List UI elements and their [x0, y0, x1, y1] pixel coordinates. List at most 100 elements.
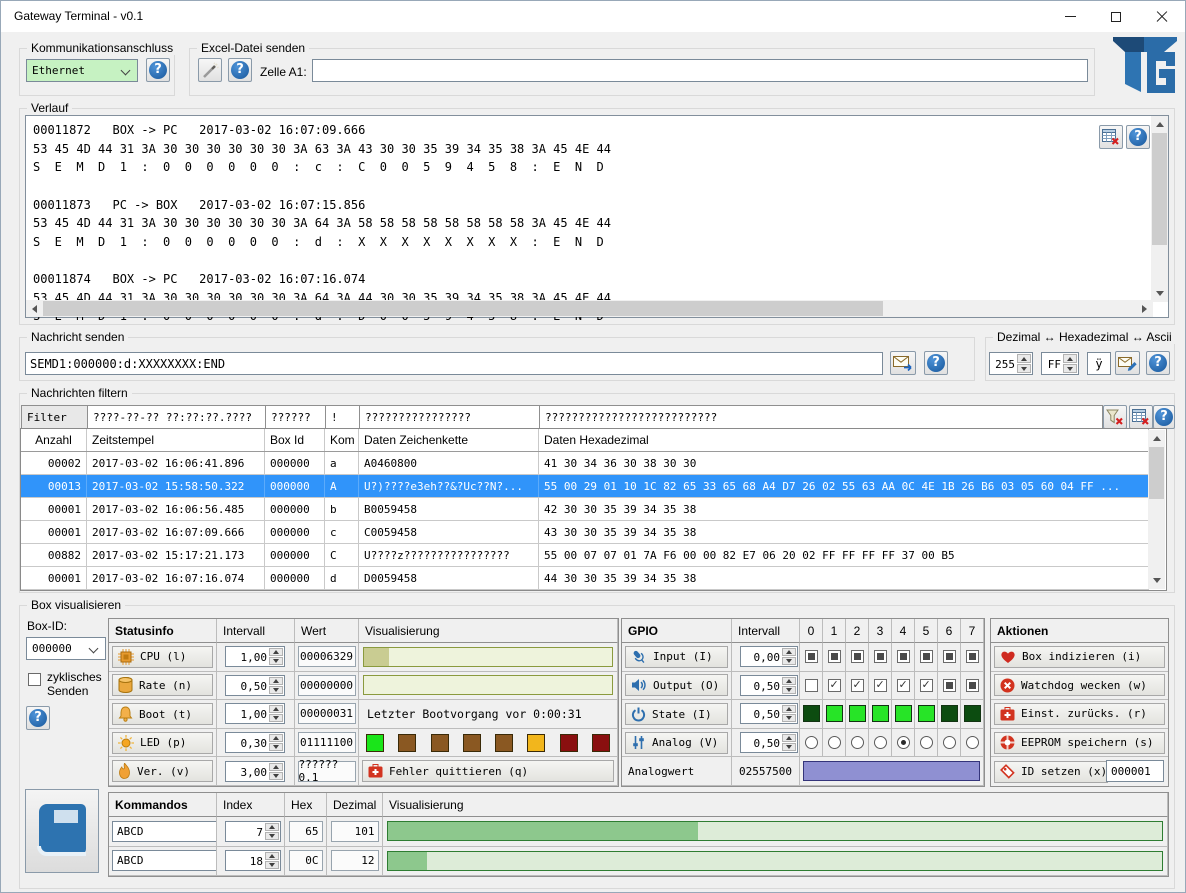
- filter-zeit-input[interactable]: ????-??-?? ??:??:??.????: [88, 406, 266, 428]
- kommando-index-spinner-2[interactable]: 18: [225, 850, 281, 871]
- verlauf-hscroll-thumb[interactable]: [43, 301, 883, 316]
- table-row[interactable]: 00001 2017-03-02 16:07:09.666 000000 c C…: [21, 521, 1149, 544]
- gpio-output-checkbox-4[interactable]: [897, 679, 910, 692]
- boot-button[interactable]: Boot (t): [112, 703, 213, 725]
- messages-vscroll-thumb[interactable]: [1149, 447, 1164, 499]
- spin-down-button[interactable]: [269, 657, 283, 665]
- filter-boxid-input[interactable]: ??????: [266, 406, 326, 428]
- eeprom-speichern-button[interactable]: EEPROM speichern (s): [994, 732, 1165, 754]
- box-indizieren-button[interactable]: Box indizieren (i): [994, 646, 1165, 668]
- gpio-analog-radio-0[interactable]: [805, 736, 818, 749]
- maximize-button[interactable]: [1093, 1, 1139, 32]
- message-input[interactable]: [25, 352, 883, 375]
- spin-down-button[interactable]: [269, 686, 283, 694]
- table-row[interactable]: 00882 2017-03-02 15:17:21.173 000000 C U…: [21, 544, 1149, 567]
- spin-up-button[interactable]: [269, 648, 283, 656]
- filter-help-button[interactable]: ?: [1153, 405, 1175, 429]
- kommando-input-1[interactable]: [112, 821, 217, 842]
- send-message-button[interactable]: [890, 351, 916, 375]
- gpio-analog-radio-1[interactable]: [828, 736, 841, 749]
- excel-help-button[interactable]: ?: [228, 58, 252, 82]
- spin-down-button[interactable]: [1063, 364, 1077, 373]
- kommando-input-2[interactable]: [112, 850, 217, 871]
- gpio-analog-radio-3[interactable]: [874, 736, 887, 749]
- comm-help-button[interactable]: ?: [146, 58, 170, 82]
- boot-interval-spinner[interactable]: 1,00: [225, 703, 285, 724]
- gpio-input-button[interactable]: Input (I): [625, 646, 728, 668]
- rate-interval-spinner[interactable]: 0,50: [225, 675, 285, 696]
- spin-down-button[interactable]: [782, 657, 796, 665]
- verlauf-log[interactable]: 00011872 BOX -> PC 2017-03-02 16:07:09.6…: [25, 115, 1169, 318]
- gpio-input-checkbox-2[interactable]: [851, 650, 864, 663]
- spin-up-button[interactable]: [269, 763, 283, 771]
- spin-up-button[interactable]: [1017, 354, 1031, 363]
- kommando-index-spinner-1[interactable]: 7: [225, 821, 281, 842]
- spin-up-button[interactable]: [265, 852, 279, 860]
- gpio-output-checkbox-1[interactable]: [828, 679, 841, 692]
- spin-up-button[interactable]: [782, 734, 796, 742]
- led-interval-spinner[interactable]: 0,30: [225, 732, 285, 753]
- messages-vscrollbar[interactable]: [1148, 430, 1165, 589]
- scroll-down-arrow[interactable]: [1148, 572, 1165, 589]
- spin-up-button[interactable]: [782, 677, 796, 685]
- scroll-down-arrow[interactable]: [1151, 285, 1168, 302]
- boxvis-help-button[interactable]: ?: [26, 706, 50, 730]
- gpio-input-checkbox-6[interactable]: [943, 650, 956, 663]
- hex-spinner[interactable]: FF: [1041, 352, 1079, 375]
- boxid-select[interactable]: 000000: [26, 637, 106, 660]
- gpio-state-interval-spinner[interactable]: 0,50: [740, 703, 798, 724]
- gpio-output-interval-spinner[interactable]: 0,50: [740, 675, 798, 696]
- filter-zeichen-input[interactable]: ????????????????: [360, 406, 540, 428]
- spin-down-button[interactable]: [265, 861, 279, 869]
- gpio-analog-radio-2[interactable]: [851, 736, 864, 749]
- spin-down-button[interactable]: [1017, 364, 1031, 373]
- spin-down-button[interactable]: [782, 714, 796, 722]
- gpio-output-checkbox-5[interactable]: [920, 679, 933, 692]
- gpio-analog-button[interactable]: Analog (V): [625, 732, 728, 754]
- spin-up-button[interactable]: [269, 677, 283, 685]
- gpio-analog-radio-7[interactable]: [966, 736, 979, 749]
- gpio-input-checkbox-1[interactable]: [828, 650, 841, 663]
- spin-up-button[interactable]: [269, 705, 283, 713]
- send-help-button[interactable]: ?: [924, 351, 948, 375]
- id-setzen-button[interactable]: ID setzen (x): [994, 761, 1108, 783]
- cell-a1-input[interactable]: [312, 59, 1088, 82]
- gpio-input-checkbox-5[interactable]: [920, 650, 933, 663]
- id-setzen-input[interactable]: [1106, 760, 1164, 782]
- gpio-input-checkbox-3[interactable]: [874, 650, 887, 663]
- cyclic-send-checkbox[interactable]: [28, 673, 41, 686]
- gpio-analog-radio-6[interactable]: [943, 736, 956, 749]
- version-button[interactable]: Ver. (v): [112, 760, 213, 782]
- scroll-right-arrow[interactable]: [1136, 300, 1153, 317]
- spin-up-button[interactable]: [265, 823, 279, 831]
- scroll-left-arrow[interactable]: [26, 300, 43, 317]
- spin-down-button[interactable]: [269, 772, 283, 780]
- gpio-analog-interval-spinner[interactable]: 0,50: [740, 732, 798, 753]
- gpio-state-button[interactable]: State (I): [625, 703, 728, 725]
- gpio-output-button[interactable]: Output (O): [625, 674, 728, 696]
- spin-up-button[interactable]: [782, 648, 796, 656]
- clear-log-button[interactable]: [1099, 125, 1123, 149]
- spin-up-button[interactable]: [269, 734, 283, 742]
- verlauf-vscroll-thumb[interactable]: [1152, 133, 1167, 245]
- gpio-output-checkbox-0[interactable]: [805, 679, 818, 692]
- table-row[interactable]: 00001 2017-03-02 16:06:56.485 000000 b B…: [21, 498, 1149, 521]
- convert-edit-button[interactable]: [1115, 351, 1140, 375]
- gpio-output-checkbox-7[interactable]: [966, 679, 979, 692]
- watchdog-wecken-button[interactable]: Watchdog wecken (w): [994, 674, 1165, 696]
- verlauf-vscrollbar[interactable]: [1151, 116, 1168, 302]
- spin-down-button[interactable]: [269, 743, 283, 751]
- scroll-up-arrow[interactable]: [1151, 116, 1168, 133]
- table-row[interactable]: 00001 2017-03-02 16:07:16.074 000000 d D…: [21, 567, 1149, 590]
- decimal-spinner[interactable]: 255: [989, 352, 1033, 375]
- spin-down-button[interactable]: [782, 743, 796, 751]
- gpio-input-checkbox-0[interactable]: [805, 650, 818, 663]
- cpu-button[interactable]: CPU (l): [112, 646, 213, 668]
- table-row[interactable]: 00002 2017-03-02 16:06:41.896 000000 a A…: [21, 452, 1149, 475]
- excel-send-button[interactable]: [198, 58, 222, 82]
- clear-filter-button[interactable]: [1103, 405, 1127, 429]
- gpio-output-checkbox-6[interactable]: [943, 679, 956, 692]
- cpu-interval-spinner[interactable]: 1,00: [225, 646, 285, 667]
- gpio-input-checkbox-4[interactable]: [897, 650, 910, 663]
- close-button[interactable]: [1139, 1, 1185, 32]
